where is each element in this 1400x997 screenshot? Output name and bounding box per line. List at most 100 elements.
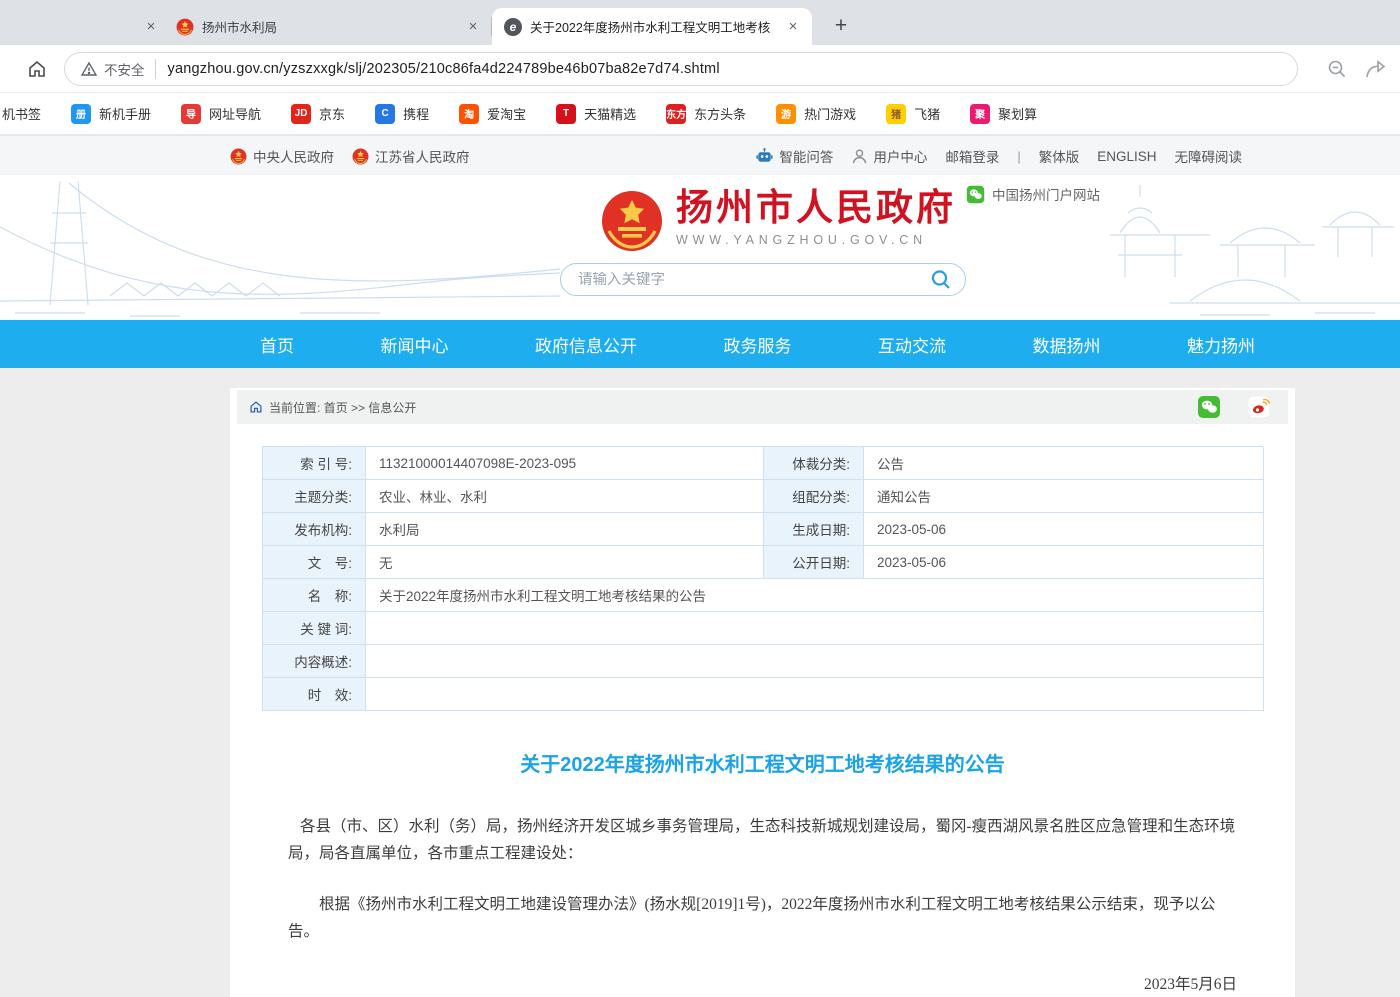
site-banner: 扬州市人民政府 WWW.YANGZHOU.GOV.CN 中国扬州门户网站 — [0, 175, 1400, 320]
bookmarks-bar: 机书签 册 新机手册 导 网址导航 JD 京东 C 携程 淘 — [0, 93, 1400, 135]
bookmark-item[interactable]: 册 新机手册 — [71, 104, 151, 124]
tab-partial[interactable]: × — [0, 8, 160, 45]
bookmark-label: 网址导航 — [209, 104, 261, 123]
browser-window: × 扬州市水利局 × e 关于2022年度扬州市水利工程文明工地考核 × + 不… — [0, 0, 1400, 997]
meta-label: 名 称: — [263, 579, 366, 612]
browser-logo-favicon: e — [504, 18, 522, 36]
portal-label: 中国扬州门户网站 — [992, 184, 1100, 204]
tab-title: 扬州市水利局 — [202, 17, 464, 36]
table-row: 关 键 词: — [263, 612, 1263, 645]
gov-site-label: 江苏省人民政府 — [375, 146, 470, 166]
meta-value: 关于2022年度扬州市水利工程文明工地考核结果的公告 — [366, 579, 1264, 612]
content-card: 当前位置: 首页 >> 信息公开 索 引 号: 113210 — [230, 388, 1295, 997]
table-row: 时 效: — [263, 678, 1263, 711]
english-version-link[interactable]: ENGLISH — [1097, 149, 1156, 164]
gov-site-link[interactable]: 江苏省人民政府 — [352, 146, 470, 166]
bookmark-item[interactable]: 东方 东方头条 — [666, 104, 746, 124]
divider: | — [1017, 149, 1020, 164]
bookmark-label: 聚划算 — [998, 104, 1037, 123]
bookmark-favicon: 淘 — [459, 104, 479, 124]
meta-value: 农业、林业、水利 — [366, 480, 764, 513]
new-tab-button[interactable]: + — [826, 11, 856, 41]
bookmark-item[interactable]: 聚 聚划算 — [970, 104, 1037, 124]
meta-label: 生成日期: — [764, 513, 864, 546]
meta-value — [366, 612, 1264, 645]
nav-item[interactable]: 政务服务 — [724, 332, 792, 357]
mail-login-link[interactable]: 邮箱登录 — [945, 146, 999, 166]
meta-label: 关 键 词: — [263, 612, 366, 645]
tab-water-bureau[interactable]: 扬州市水利局 × — [162, 8, 492, 45]
smart-qa-link[interactable]: 智能问答 — [755, 146, 833, 166]
article: 关于2022年度扬州市水利工程文明工地考核结果的公告 各县（市、区）水利（务）局… — [230, 748, 1295, 997]
table-row: 内容概述: — [263, 645, 1263, 678]
nav-item[interactable]: 互动交流 — [878, 332, 946, 357]
bookmark-label: 携程 — [403, 104, 429, 123]
bookmark-item[interactable]: 导 网址导航 — [181, 104, 261, 124]
article-title: 关于2022年度扬州市水利工程文明工地考核结果的公告 — [288, 748, 1237, 777]
close-icon[interactable]: × — [464, 18, 482, 36]
bookmark-favicon: 游 — [776, 104, 796, 124]
address-bar[interactable]: 不安全 yangzhou.gov.cn/yzszxxgk/slj/202305/… — [64, 52, 1298, 86]
search-input[interactable] — [578, 272, 929, 288]
nav-item[interactable]: 魅力扬州 — [1187, 332, 1255, 357]
gov-site-link[interactable]: 中央人民政府 — [230, 146, 334, 166]
bridge-sketch-art — [0, 175, 560, 320]
national-emblem-icon — [600, 189, 664, 253]
meta-value: 无 — [366, 546, 764, 579]
table-row: 主题分类: 农业、林业、水利 组配分类: 通知公告 — [263, 480, 1263, 513]
bookmark-item[interactable]: 淘 爱淘宝 — [459, 104, 526, 124]
gov-site-label: 中央人民政府 — [253, 146, 334, 166]
meta-label: 公开日期: — [764, 546, 864, 579]
meta-label: 索 引 号: — [263, 447, 366, 480]
home-icon[interactable] — [24, 56, 50, 82]
bookmark-item[interactable]: 猪 飞猪 — [886, 104, 940, 124]
site-url: WWW.YANGZHOU.GOV.CN — [676, 233, 956, 247]
nav-item[interactable]: 政府信息公开 — [535, 332, 637, 357]
site-logo[interactable]: 扬州市人民政府 WWW.YANGZHOU.GOV.CN — [600, 189, 956, 253]
emblem-favicon — [176, 18, 194, 36]
table-row: 索 引 号: 11321000014407098E-2023-095 体裁分类:… — [263, 447, 1263, 480]
nav-item[interactable]: 新闻中心 — [381, 332, 449, 357]
zoom-out-icon[interactable] — [1324, 56, 1350, 82]
security-label[interactable]: 不安全 — [104, 59, 145, 79]
nav-item[interactable]: 首页 — [260, 332, 294, 357]
gov-top-bar: 中央人民政府 江苏省人民政府 智能问答 用户中心 邮箱登录 — [0, 135, 1400, 175]
bookmark-favicon: 册 — [71, 104, 91, 124]
site-search — [560, 263, 966, 296]
weibo-share-icon[interactable] — [1247, 395, 1271, 419]
bookmark-favicon: 导 — [181, 104, 201, 124]
wechat-share-icon[interactable] — [1197, 395, 1221, 419]
home-icon[interactable] — [249, 400, 263, 414]
url-text[interactable]: yangzhou.gov.cn/yzszxxgk/slj/202305/210c… — [168, 61, 720, 77]
breadcrumb-text[interactable]: 当前位置: 首页 >> 信息公开 — [269, 399, 416, 416]
share-icon[interactable] — [1362, 56, 1388, 82]
close-icon[interactable]: × — [784, 18, 802, 36]
accessibility-link[interactable]: 无障碍阅读 — [1175, 146, 1243, 166]
close-icon[interactable]: × — [142, 18, 160, 36]
bookmark-item[interactable]: 机书签 — [2, 104, 41, 123]
doc-meta-table: 索 引 号: 11321000014407098E-2023-095 体裁分类:… — [262, 446, 1263, 711]
article-paragraph: 各县（市、区）水利（务）局，扬州经济开发区城乡事务管理局，生态科技新城规划建设局… — [288, 813, 1237, 867]
bookmark-favicon: C — [375, 104, 395, 124]
tab-current-page[interactable]: e 关于2022年度扬州市水利工程文明工地考核 × — [492, 8, 812, 45]
article-date: 2023年5月6日 — [288, 972, 1237, 994]
meta-value: 水利局 — [366, 513, 764, 546]
nav-item[interactable]: 数据扬州 — [1033, 332, 1101, 357]
user-center-link[interactable]: 用户中心 — [851, 146, 927, 166]
breadcrumb: 当前位置: 首页 >> 信息公开 — [237, 390, 1288, 424]
bookmark-label: 飞猪 — [914, 104, 940, 123]
bookmark-item[interactable]: 游 热门游戏 — [776, 104, 856, 124]
meta-label: 发布机构: — [263, 513, 366, 546]
search-icon[interactable] — [929, 268, 953, 292]
bookmark-item[interactable]: JD 京东 — [291, 104, 345, 124]
bookmark-item[interactable]: T 天猫精选 — [556, 104, 636, 124]
portal-badge[interactable]: 中国扬州门户网站 — [966, 184, 1100, 204]
emblem-icon — [352, 148, 369, 165]
site-name: 扬州市人民政府 — [676, 189, 956, 229]
table-row: 发布机构: 水利局 生成日期: 2023-05-06 — [263, 513, 1263, 546]
meta-value — [366, 645, 1264, 678]
traditional-version-link[interactable]: 繁体版 — [1039, 146, 1080, 166]
bookmark-favicon: 猪 — [886, 104, 906, 124]
wechat-icon — [966, 185, 985, 204]
bookmark-item[interactable]: C 携程 — [375, 104, 429, 124]
